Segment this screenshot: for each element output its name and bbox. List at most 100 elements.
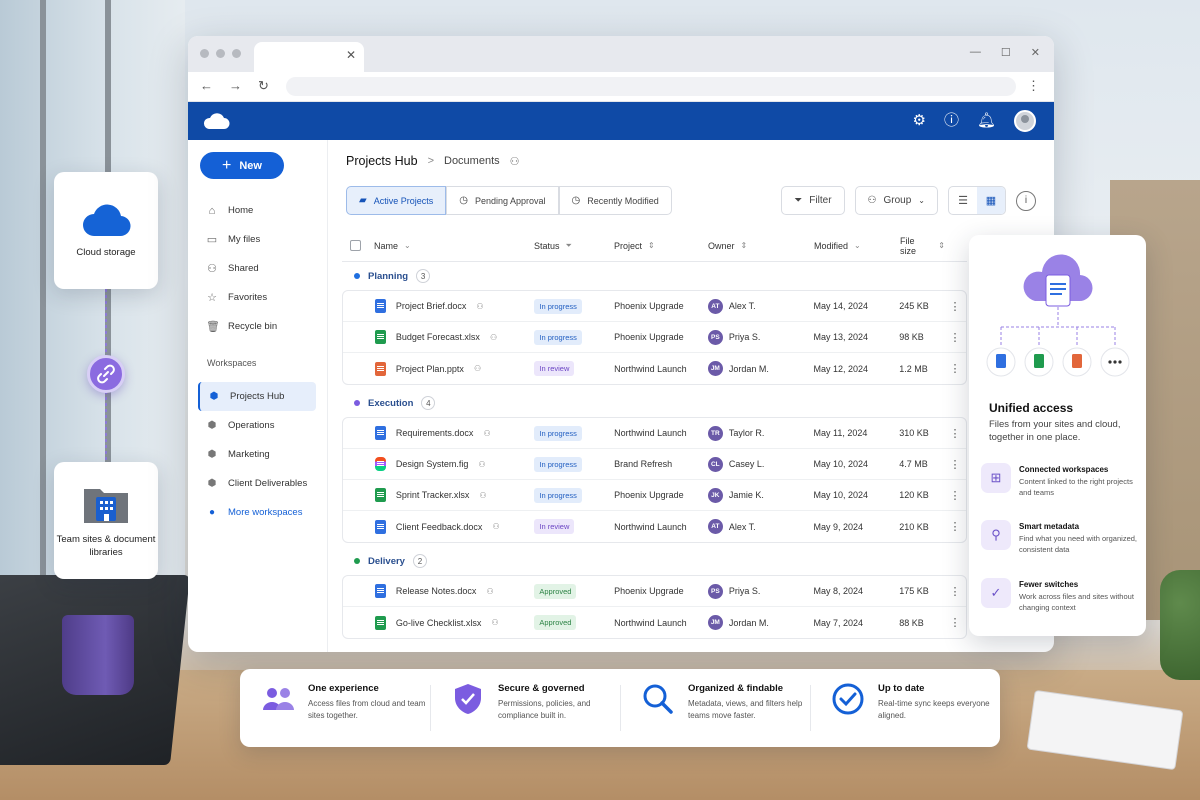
file-name[interactable]: Release Notes.docx bbox=[396, 586, 477, 596]
more-options-icon[interactable]: ⋮ bbox=[944, 489, 966, 502]
tab-recently-modified[interactable]: ◷ Recently Modified bbox=[558, 186, 672, 215]
more-options-icon[interactable]: ⋮ bbox=[944, 331, 966, 344]
file-name[interactable]: Budget Forecast.xlsx bbox=[396, 332, 480, 342]
table-row[interactable]: Budget Forecast.xlsx ⚇ In progress Phoen… bbox=[343, 322, 966, 353]
more-options-icon[interactable]: ⋮ bbox=[944, 458, 966, 471]
table-row[interactable]: Requirements.docx ⚇ In progress Northwin… bbox=[343, 418, 966, 449]
column-name[interactable]: Name ⌄ bbox=[374, 241, 534, 251]
table-row[interactable]: Project Plan.pptx ⚇ In review Northwind … bbox=[343, 353, 966, 384]
workspace-operations[interactable]: ⬢ Operations bbox=[198, 411, 316, 440]
status-badge: In review bbox=[534, 519, 575, 534]
file-name-cell[interactable]: Requirements.docx ⚇ bbox=[374, 426, 534, 440]
workspaces-heading: Workspaces bbox=[207, 358, 257, 368]
tab-pending-approval[interactable]: ◷ Pending Approval bbox=[446, 186, 559, 215]
table-row[interactable]: Release Notes.docx ⚇ Approved Phoenix Up… bbox=[343, 576, 966, 607]
column-label: Owner bbox=[708, 240, 735, 251]
maximize-icon[interactable]: ☐ bbox=[1001, 46, 1011, 59]
more-options-icon[interactable]: ⋮ bbox=[944, 300, 966, 313]
table-row[interactable]: Sprint Tracker.xlsx ⚇ In progress Phoeni… bbox=[343, 480, 966, 511]
file-name-cell[interactable]: Client Feedback.docx ⚇ bbox=[374, 519, 534, 534]
bell-icon[interactable]: 🔔︎ bbox=[977, 109, 996, 133]
table-row[interactable]: Go-live Checklist.xlsx ⚇ Approved Northw… bbox=[343, 607, 966, 638]
file-name-cell[interactable]: Design System.fig ⚇ bbox=[374, 457, 534, 471]
file-name[interactable]: Requirements.docx bbox=[396, 428, 474, 438]
column-file-size[interactable]: File size ⇕ bbox=[900, 236, 945, 256]
sidebar-item-shared[interactable]: ⚇ Shared bbox=[198, 254, 316, 283]
sidebar-item-favorites[interactable]: ☆ Favorites bbox=[198, 283, 316, 312]
file-name-cell[interactable]: Release Notes.docx ⚇ bbox=[374, 584, 534, 598]
group-header[interactable]: Execution 4 bbox=[342, 389, 967, 417]
file-name-cell[interactable]: Project Plan.pptx ⚇ bbox=[374, 361, 534, 376]
table-row[interactable]: Design System.fig ⚇ In progress Brand Re… bbox=[343, 449, 966, 480]
modified-cell: May 8, 2024 bbox=[813, 586, 864, 596]
modified-cell: May 10, 2024 bbox=[813, 459, 869, 469]
shared-icon: ⚇ bbox=[473, 364, 482, 373]
file-name[interactable]: Client Feedback.docx bbox=[396, 522, 483, 532]
clock-icon: ◷ bbox=[459, 195, 468, 206]
more-options-icon[interactable]: ⋮ bbox=[944, 362, 966, 375]
file-name-cell[interactable]: Sprint Tracker.xlsx ⚇ bbox=[374, 488, 534, 502]
browser-menu-icon[interactable]: ⋮ bbox=[1027, 78, 1040, 94]
group-header[interactable]: Delivery 2 bbox=[342, 547, 967, 575]
file-name[interactable]: Project Plan.pptx bbox=[396, 364, 464, 374]
avatar[interactable] bbox=[1014, 110, 1036, 132]
more-options-icon[interactable]: ⋮ bbox=[944, 520, 966, 533]
column-status[interactable]: Status ⏷ bbox=[534, 241, 614, 251]
select-all-checkbox[interactable] bbox=[350, 240, 361, 251]
modified-cell: May 11, 2024 bbox=[813, 428, 868, 438]
file-name-cell[interactable]: Budget Forecast.xlsx ⚇ bbox=[374, 330, 534, 344]
minimize-icon[interactable]: — bbox=[970, 46, 981, 59]
table-row[interactable]: Client Feedback.docx ⚇ In review Northwi… bbox=[343, 511, 966, 542]
people-icon[interactable]: ⚇ bbox=[510, 155, 520, 168]
file-name[interactable]: Go-live Checklist.xlsx bbox=[396, 618, 482, 628]
more-options-icon[interactable]: ⋮ bbox=[944, 616, 966, 629]
table-row[interactable]: Project Brief.docx ⚇ In progress Phoenix… bbox=[343, 291, 966, 322]
browser-tab[interactable]: ✕ bbox=[254, 42, 364, 72]
owner-name: Priya S. bbox=[728, 586, 761, 596]
group-header[interactable]: Planning 3 bbox=[342, 262, 967, 290]
column-owner[interactable]: Owner ⇕ bbox=[708, 241, 814, 251]
file-name[interactable]: Sprint Tracker.xlsx bbox=[396, 490, 470, 500]
workspace-client-deliverables[interactable]: ⬢ Client Deliverables bbox=[198, 469, 316, 498]
address-bar: ← → ↻ ⋮ bbox=[188, 72, 1054, 102]
file-name[interactable]: Design System.fig bbox=[396, 459, 469, 469]
info-icon[interactable]: i bbox=[1016, 190, 1036, 211]
more-options-icon[interactable]: ⋮ bbox=[944, 427, 966, 440]
file-name[interactable]: Project Brief.docx bbox=[396, 301, 467, 311]
settings-icon[interactable]: ⚙ bbox=[912, 109, 925, 133]
group-dot-icon bbox=[354, 273, 360, 279]
back-icon[interactable]: ← bbox=[200, 78, 213, 94]
forward-icon[interactable]: → bbox=[229, 78, 242, 94]
new-button[interactable]: + New bbox=[200, 152, 284, 179]
more-options-icon[interactable]: ⋮ bbox=[944, 585, 966, 598]
workspace-label: Operations bbox=[228, 420, 275, 431]
breadcrumb-hub[interactable]: Projects Hub bbox=[346, 154, 418, 168]
column-label: Project bbox=[614, 240, 643, 251]
more-workspaces-link[interactable]: ● More workspaces bbox=[198, 498, 316, 527]
workspace-marketing[interactable]: ⬢ Marketing bbox=[198, 440, 316, 469]
url-input[interactable] bbox=[286, 77, 1016, 96]
sidebar-item-recycle-bin[interactable]: 🗑︎ Recycle bin bbox=[198, 312, 316, 341]
close-icon[interactable]: ✕ bbox=[346, 48, 356, 62]
avatar: AT bbox=[707, 519, 723, 534]
list-view-icon[interactable]: ☰ bbox=[949, 187, 977, 214]
avatar: CL bbox=[707, 456, 723, 472]
sidebar-item-home[interactable]: ⌂ Home bbox=[198, 196, 316, 225]
help-icon[interactable]: ⓘ bbox=[944, 109, 959, 133]
owner-cell: JM Jordan M. bbox=[707, 361, 814, 376]
tab-active-projects[interactable]: ▰ Active Projects bbox=[346, 186, 447, 215]
group-button[interactable]: ⚇ Group ⌄ bbox=[854, 186, 938, 215]
workspace-projects-hub[interactable]: ⬢ Projects Hub bbox=[198, 382, 316, 411]
window-close-icon[interactable]: ✕ bbox=[1031, 46, 1040, 59]
project-cell: Northwind Launch bbox=[614, 428, 687, 438]
column-modified[interactable]: Modified ⌄ bbox=[814, 241, 900, 251]
sidebar-item-my-files[interactable]: ▭ My files bbox=[198, 225, 316, 254]
grid-view-icon[interactable]: ▦ bbox=[977, 187, 1005, 214]
refresh-icon[interactable]: ↻ bbox=[258, 78, 269, 94]
column-project[interactable]: Project ⇕ bbox=[614, 241, 708, 251]
avatar: JK bbox=[707, 487, 723, 503]
cloud-logo-icon[interactable] bbox=[202, 111, 230, 136]
filter-button[interactable]: ⏷ Filter bbox=[781, 186, 845, 215]
file-name-cell[interactable]: Go-live Checklist.xlsx ⚇ bbox=[374, 615, 534, 630]
file-name-cell[interactable]: Project Brief.docx ⚇ bbox=[374, 299, 534, 313]
